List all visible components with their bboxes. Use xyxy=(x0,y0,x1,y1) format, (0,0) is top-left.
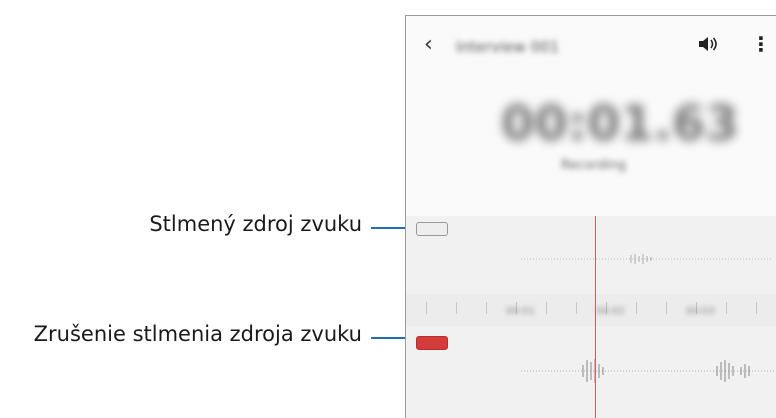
track-unmuted xyxy=(406,326,776,418)
track-area: 00:01 00:02 00:03 xyxy=(406,216,776,418)
playback-subtitle: Recording xyxy=(561,158,627,173)
waveform xyxy=(521,244,771,274)
mute-button[interactable] xyxy=(416,222,448,236)
timeline-ruler[interactable]: 00:01 00:02 00:03 xyxy=(406,294,776,326)
more-vert-icon[interactable]: ⋮ xyxy=(751,32,771,56)
waveform xyxy=(521,356,776,386)
timeline-label: 00:01 xyxy=(506,306,535,317)
callout-label: Stlmený zdroj zvuku xyxy=(149,212,362,236)
chevron-left-icon[interactable]: ‹ xyxy=(424,32,433,57)
app-bar: ‹ Interview 001 ⋮ xyxy=(406,16,776,76)
track-muted xyxy=(406,216,776,294)
playhead[interactable] xyxy=(595,216,596,418)
elapsed-time: 00:01.63 xyxy=(501,96,739,152)
unmute-button[interactable] xyxy=(416,336,448,350)
recording-title: Interview 001 xyxy=(456,38,560,56)
speaker-icon[interactable] xyxy=(698,35,718,58)
callout-label: Zrušenie stlmenia zdroja zvuku xyxy=(33,322,362,346)
timeline-label: 00:02 xyxy=(596,306,625,317)
timeline-label: 00:03 xyxy=(686,306,715,317)
phone-screen: ‹ Interview 001 ⋮ 00:01.63 Recording 00:… xyxy=(405,15,776,418)
